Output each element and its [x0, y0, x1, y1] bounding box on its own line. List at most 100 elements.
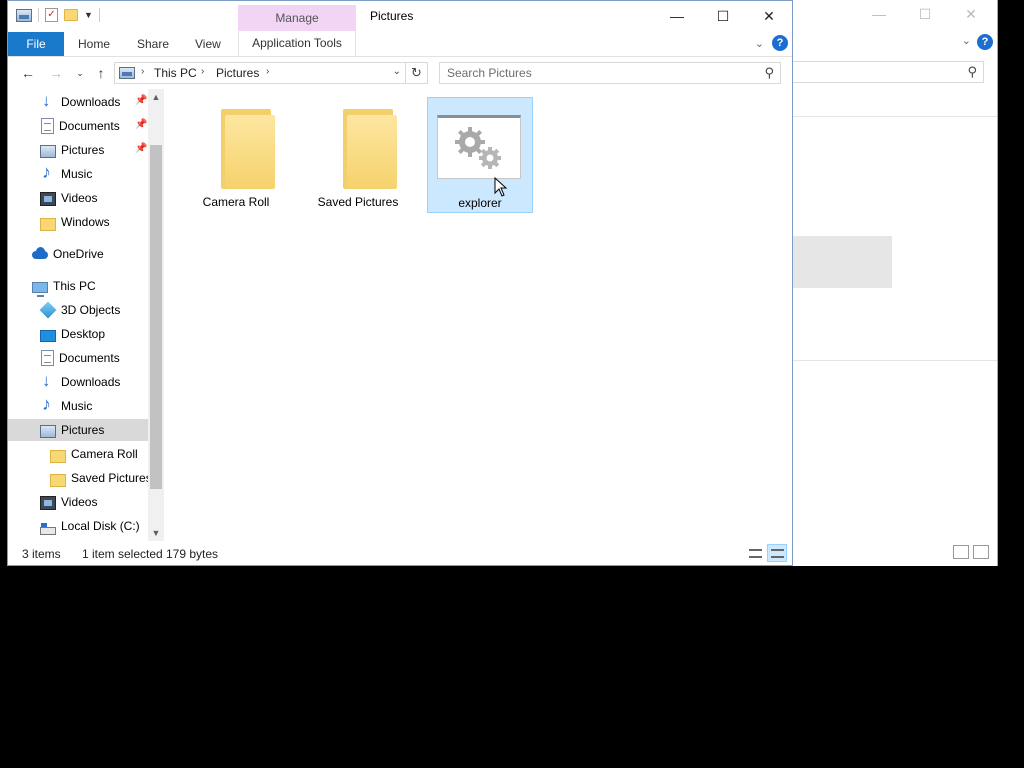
divider [98, 8, 100, 22]
nav-item-label: Documents [59, 351, 120, 365]
nav-item-label: This PC [53, 279, 96, 293]
large-icons-view-icon [771, 549, 784, 558]
nav-item-label: Saved Pictures [71, 471, 152, 485]
search-box[interactable]: ⚲ [439, 62, 781, 84]
nav-item-documents[interactable]: Documents 📌 [8, 115, 148, 137]
window-controls: — ☐ ✕ [654, 1, 792, 31]
details-view-icon[interactable] [953, 545, 969, 559]
tab-home[interactable]: Home [78, 32, 110, 56]
search-input[interactable] [440, 63, 740, 83]
file-list: Camera Roll Saved Pictures explorer [164, 89, 792, 541]
tab-file[interactable]: File [8, 32, 64, 56]
nav-item-3d-objects[interactable]: 3D Objects [8, 299, 148, 321]
customize-toolbar-chevron-icon[interactable]: ▼ [84, 10, 93, 20]
minimize-icon[interactable]: — [863, 6, 895, 23]
nav-item-label: OneDrive [53, 247, 104, 261]
pin-icon[interactable]: 📌 [135, 95, 147, 106]
videos-icon [40, 192, 56, 206]
folder-icon [221, 109, 275, 189]
scrollbar-thumb[interactable] [150, 145, 162, 489]
minimize-button[interactable]: — [654, 1, 700, 31]
navigation-scrollbar[interactable]: ▲ ▼ [148, 89, 164, 541]
address-dropdown-chevron-icon[interactable]: ⌄ [393, 66, 401, 77]
nav-item-saved-pictures[interactable]: Saved Pictures [8, 467, 152, 489]
close-icon[interactable]: ✕ [955, 6, 987, 23]
nav-item-camera-roll[interactable]: Camera Roll [8, 443, 148, 465]
close-button[interactable]: ✕ [746, 1, 792, 31]
tab-view[interactable]: View [195, 32, 221, 56]
explorer-window: ✓ ▼ Manage Pictures — ☐ ✕ File Home Shar… [7, 0, 793, 566]
nav-item-this-pc[interactable]: This PC [8, 275, 148, 297]
scroll-up-icon[interactable]: ▲ [148, 89, 164, 105]
file-name: explorer [458, 196, 502, 210]
help-icon[interactable]: ? [772, 35, 788, 51]
scroll-down-icon[interactable]: ▼ [148, 525, 164, 541]
nav-item-label: Pictures [61, 143, 105, 157]
folder-icon [50, 449, 66, 463]
up-arrow-icon[interactable]: ↑ [91, 63, 111, 83]
maximize-icon[interactable]: ☐ [909, 6, 941, 23]
nav-item-videos[interactable]: Videos [8, 187, 148, 209]
nav-item-desktop[interactable]: Desktop [8, 323, 148, 345]
nav-item-videos-pc[interactable]: Videos [8, 491, 148, 513]
breadcrumb-chevron-icon[interactable]: › [201, 66, 204, 77]
folder-icon [343, 109, 397, 189]
address-bar[interactable]: › This PC › Pictures › ⌄ [114, 62, 406, 84]
large-icons-view-icon[interactable] [973, 545, 989, 559]
nav-item-label: Downloads [61, 95, 121, 109]
status-bar: 3 items 1 item selected 179 bytes [8, 541, 792, 565]
divider [792, 116, 997, 117]
videos-icon [40, 496, 56, 510]
breadcrumb-chevron-icon[interactable]: › [141, 66, 144, 77]
selection-count: 1 item selected [82, 547, 163, 561]
nav-item-onedrive[interactable]: OneDrive [8, 243, 148, 265]
breadcrumb-chevron-icon[interactable]: › [266, 66, 269, 77]
documents-icon [41, 118, 54, 134]
pin-icon[interactable]: 📌 [135, 143, 147, 154]
breadcrumb-pictures[interactable]: Pictures [216, 66, 259, 80]
large-icons-view-button[interactable] [767, 544, 787, 562]
maximize-button[interactable]: ☐ [700, 1, 746, 31]
nav-item-pictures[interactable]: Pictures 📌 [8, 139, 148, 161]
file-item-explorer[interactable]: explorer [427, 97, 533, 213]
nav-item-music[interactable]: Music [8, 162, 148, 185]
forward-arrow-icon[interactable]: → [46, 63, 66, 83]
tab-application-tools[interactable]: Application Tools [238, 31, 356, 56]
title-bar[interactable]: ✓ ▼ Manage Pictures — ☐ ✕ [8, 1, 792, 31]
help-icon[interactable]: ? [977, 34, 993, 50]
nav-item-documents-pc[interactable]: Documents [8, 347, 148, 369]
new-folder-icon[interactable] [64, 9, 78, 21]
divider [792, 360, 997, 361]
background-explorer-window[interactable]: — ☐ ✕ ⌄ ? ⚲ [792, 0, 998, 566]
nav-item-pictures-pc[interactable]: Pictures [8, 419, 148, 441]
refresh-icon[interactable]: ↻ [406, 62, 428, 84]
nav-item-local-disk[interactable]: Local Disk (C:) [8, 515, 148, 537]
nav-item-windows[interactable]: Windows [8, 211, 148, 233]
nav-item-music-pc[interactable]: Music [8, 394, 148, 417]
expand-ribbon-chevron-icon[interactable]: ⌄ [755, 37, 764, 50]
background-window-controls: — ☐ ✕ [863, 6, 987, 23]
properties-icon[interactable]: ✓ [45, 8, 58, 22]
selection-size: 179 bytes [166, 547, 219, 561]
pictures-icon [119, 67, 135, 79]
details-view-button[interactable] [745, 544, 765, 562]
back-arrow-icon[interactable]: ← [18, 63, 38, 83]
documents-icon [41, 350, 54, 366]
recent-locations-chevron-icon[interactable]: ⌄ [70, 63, 90, 83]
tab-share[interactable]: Share [137, 32, 169, 56]
3d-objects-icon [39, 301, 57, 319]
nav-item-downloads[interactable]: Downloads 📌 [8, 91, 148, 113]
folder-icon [40, 217, 56, 231]
background-search-box[interactable]: ⚲ [792, 61, 984, 83]
nav-item-label: Music [61, 399, 93, 413]
pin-icon[interactable]: 📌 [135, 119, 147, 130]
breadcrumb-this-pc[interactable]: This PC [154, 66, 197, 80]
nav-item-downloads-pc[interactable]: Downloads [8, 371, 148, 393]
file-item-camera-roll[interactable]: Camera Roll [183, 97, 289, 213]
chevron-down-icon[interactable]: ⌄ [962, 34, 971, 47]
file-item-saved-pictures[interactable]: Saved Pictures [305, 97, 411, 213]
address-row: ← → ⌄ ↑ › This PC › Pictures › ⌄ ↻ ⚲ [8, 57, 792, 89]
desktop-icon [40, 330, 56, 342]
pictures-icon[interactable] [16, 8, 32, 22]
details-view-icon [749, 549, 762, 558]
